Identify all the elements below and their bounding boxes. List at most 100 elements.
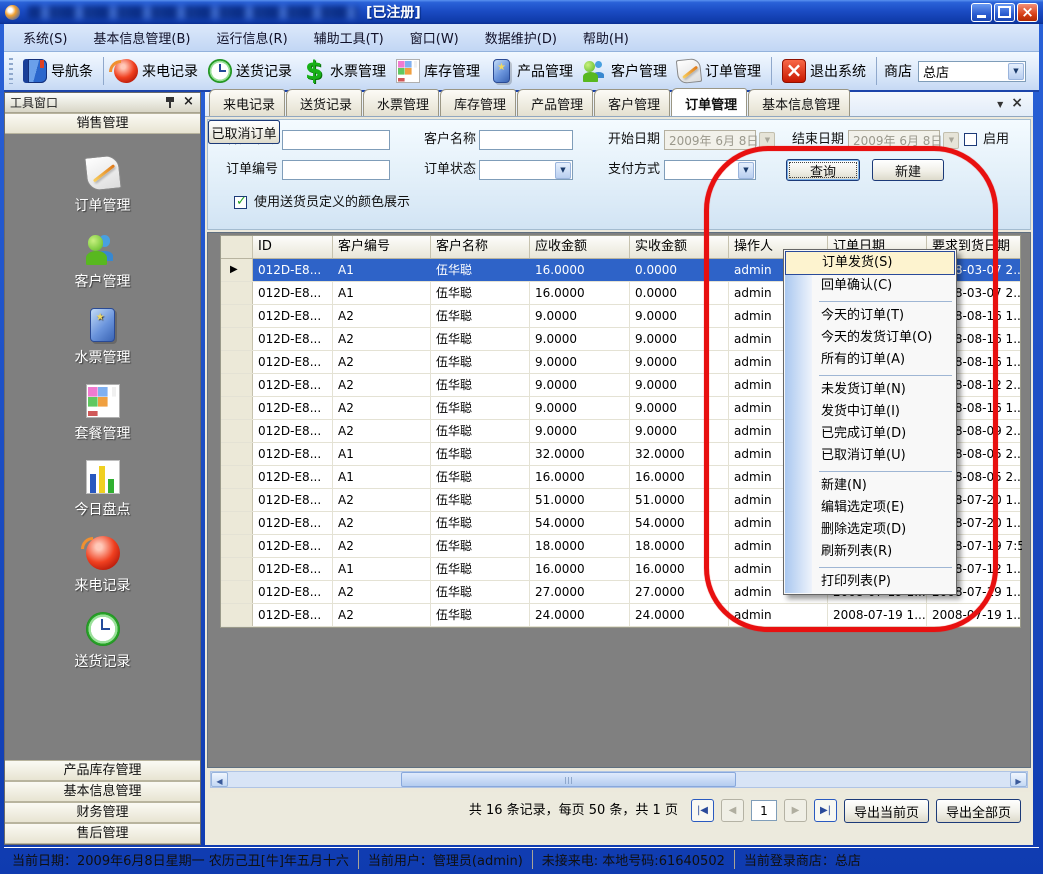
context-menu-item[interactable]: 刷新列表(R) — [785, 541, 955, 563]
context-menu-item[interactable] — [785, 371, 955, 379]
page-number-input[interactable] — [751, 800, 777, 821]
sidebar-item-call-log[interactable]: 来电记录 — [75, 536, 131, 595]
row-selector-cell[interactable] — [221, 443, 253, 465]
sidebar-group-button[interactable]: 基本信息管理 — [5, 781, 200, 802]
sidebar-item-order-management[interactable]: 订单管理 — [75, 156, 131, 215]
tab[interactable]: 订单管理 — [671, 88, 747, 116]
row-selector-cell[interactable] — [221, 259, 253, 281]
row-selector-cell[interactable] — [221, 282, 253, 304]
tab[interactable]: 来电记录 — [209, 89, 285, 116]
enable-date-checkbox[interactable] — [964, 133, 977, 146]
toolbar-product-button[interactable]: 产品管理 — [485, 56, 578, 86]
context-menu-item[interactable]: 编辑选定项(E) — [785, 497, 955, 519]
customer-name-input[interactable] — [479, 130, 573, 150]
menubar-item[interactable]: 运行信息(R) — [203, 23, 300, 52]
row-selector-cell[interactable] — [221, 558, 253, 580]
context-menu-item[interactable]: 回单确认(C) — [785, 275, 955, 297]
order-no-input[interactable] — [282, 160, 390, 180]
context-menu-item[interactable] — [785, 563, 955, 571]
sidebar-group-button[interactable]: 产品库存管理 — [5, 760, 200, 781]
context-menu-item[interactable]: 发货中订单(I) — [785, 401, 955, 423]
sidebar-item-water-ticket[interactable]: 水票管理 — [75, 308, 131, 367]
first-page-button[interactable]: |◀ — [691, 799, 714, 822]
row-selector-cell[interactable] — [221, 581, 253, 603]
column-header-id[interactable]: ID — [253, 236, 333, 258]
payment-method-select[interactable] — [664, 160, 756, 180]
context-menu-item[interactable]: 今天的订单(T) — [785, 305, 955, 327]
row-selector-cell[interactable] — [221, 351, 253, 373]
sidebar-item-daily-inventory[interactable]: 今日盘点 — [75, 460, 131, 519]
sidebar-item-package-management[interactable]: 套餐管理 — [75, 384, 131, 443]
context-menu-item[interactable] — [785, 467, 955, 475]
menubar-item[interactable]: 辅助工具(T) — [301, 23, 397, 52]
row-selector-cell[interactable] — [221, 489, 253, 511]
scroll-left-icon[interactable] — [211, 772, 228, 787]
sidebar-item-customer-management[interactable]: 客户管理 — [75, 232, 131, 291]
toolbar-grip[interactable] — [9, 58, 13, 84]
toolbar-customer-button[interactable]: 客户管理 — [578, 56, 672, 86]
customer-no-input[interactable] — [282, 130, 390, 150]
tab[interactable]: 送货记录 — [286, 89, 362, 116]
context-menu-item[interactable]: 订单发货(S) — [785, 251, 955, 275]
order-status-filter-button[interactable]: 已取消订单 — [208, 120, 280, 144]
column-header-customer-name[interactable]: 客户名称 — [431, 236, 530, 258]
toolbar-call-log-button[interactable]: 来电记录 — [109, 56, 203, 86]
toolbar-water-ticket-button[interactable]: 水票管理 — [297, 56, 391, 86]
minimize-button[interactable] — [971, 3, 992, 22]
column-header-received[interactable]: 实收金额 — [630, 236, 729, 258]
tab[interactable]: 水票管理 — [363, 89, 439, 116]
column-header-customer-no[interactable]: 客户编号 — [333, 236, 431, 258]
end-date-picker[interactable]: 2009年 6月 8日 — [848, 130, 940, 150]
context-menu-item[interactable]: 今天的发货订单(O) — [785, 327, 955, 349]
row-selector-cell[interactable] — [221, 328, 253, 350]
last-page-button[interactable]: ▶| — [814, 799, 837, 822]
order-status-select[interactable] — [479, 160, 573, 180]
sidebar-group-button[interactable]: 售后管理 — [5, 823, 200, 844]
toolbar-order-button[interactable]: 订单管理 — [672, 56, 766, 86]
toolbar-nav-button[interactable]: 导航条 — [18, 56, 98, 86]
close-button[interactable] — [1017, 3, 1038, 22]
chevron-down-icon[interactable] — [1008, 63, 1024, 80]
context-menu-item[interactable]: 所有的订单(A) — [785, 349, 955, 371]
context-menu-item[interactable] — [785, 297, 955, 305]
menubar-item[interactable]: 窗口(W) — [397, 23, 472, 52]
scroll-right-icon[interactable] — [1010, 772, 1027, 787]
toolbar-inventory-button[interactable]: 库存管理 — [391, 56, 485, 86]
delivery-color-checkbox[interactable] — [234, 196, 247, 209]
scrollbar-thumb[interactable] — [401, 772, 736, 787]
context-menu-item[interactable]: 已取消订单(U) — [785, 445, 955, 467]
export-all-pages-button[interactable]: 导出全部页 — [936, 799, 1021, 823]
sidebar-group-button[interactable]: 财务管理 — [5, 802, 200, 823]
horizontal-scrollbar[interactable] — [210, 771, 1028, 788]
shop-select[interactable]: 总店 — [918, 61, 1026, 82]
menubar-item[interactable]: 基本信息管理(B) — [80, 23, 203, 52]
toolbar-exit-button[interactable]: 退出系统 — [777, 56, 871, 86]
column-header-receivable[interactable]: 应收金额 — [530, 236, 630, 258]
tab-close-icon[interactable] — [1011, 95, 1023, 111]
context-menu-item[interactable]: 打印列表(P) — [785, 571, 955, 593]
table-row[interactable]: 012D-E8... A2 伍华聪 24.0000 24.0000 admin … — [221, 604, 1020, 627]
tab[interactable]: 产品管理 — [517, 89, 593, 116]
prev-page-button[interactable]: ◀ — [721, 799, 744, 822]
row-selector-cell[interactable] — [221, 512, 253, 534]
row-selector-cell[interactable] — [221, 305, 253, 327]
pin-icon[interactable] — [165, 96, 176, 109]
new-button[interactable]: 新建 — [872, 159, 944, 181]
row-selector-cell[interactable] — [221, 374, 253, 396]
menubar-item[interactable]: 数据维护(D) — [472, 23, 570, 52]
context-menu-item[interactable]: 未发货订单(N) — [785, 379, 955, 401]
menubar-item[interactable]: 帮助(H) — [570, 23, 642, 52]
row-selector-cell[interactable] — [221, 604, 253, 626]
tab[interactable]: 基本信息管理 — [748, 89, 850, 116]
tab[interactable]: 库存管理 — [440, 89, 516, 116]
export-current-page-button[interactable]: 导出当前页 — [844, 799, 929, 823]
sidebar-group-sales[interactable]: 销售管理 — [5, 113, 200, 134]
menubar-item[interactable]: 系统(S) — [10, 23, 80, 52]
tab-list-dropdown-icon[interactable] — [997, 96, 1003, 110]
query-button[interactable]: 查询 — [786, 159, 860, 181]
row-selector-cell[interactable] — [221, 420, 253, 442]
context-menu-item[interactable]: 已完成订单(D) — [785, 423, 955, 445]
sidebar-item-delivery-log[interactable]: 送货记录 — [75, 612, 131, 671]
tab[interactable]: 客户管理 — [594, 89, 670, 116]
context-menu-item[interactable]: 新建(N) — [785, 475, 955, 497]
